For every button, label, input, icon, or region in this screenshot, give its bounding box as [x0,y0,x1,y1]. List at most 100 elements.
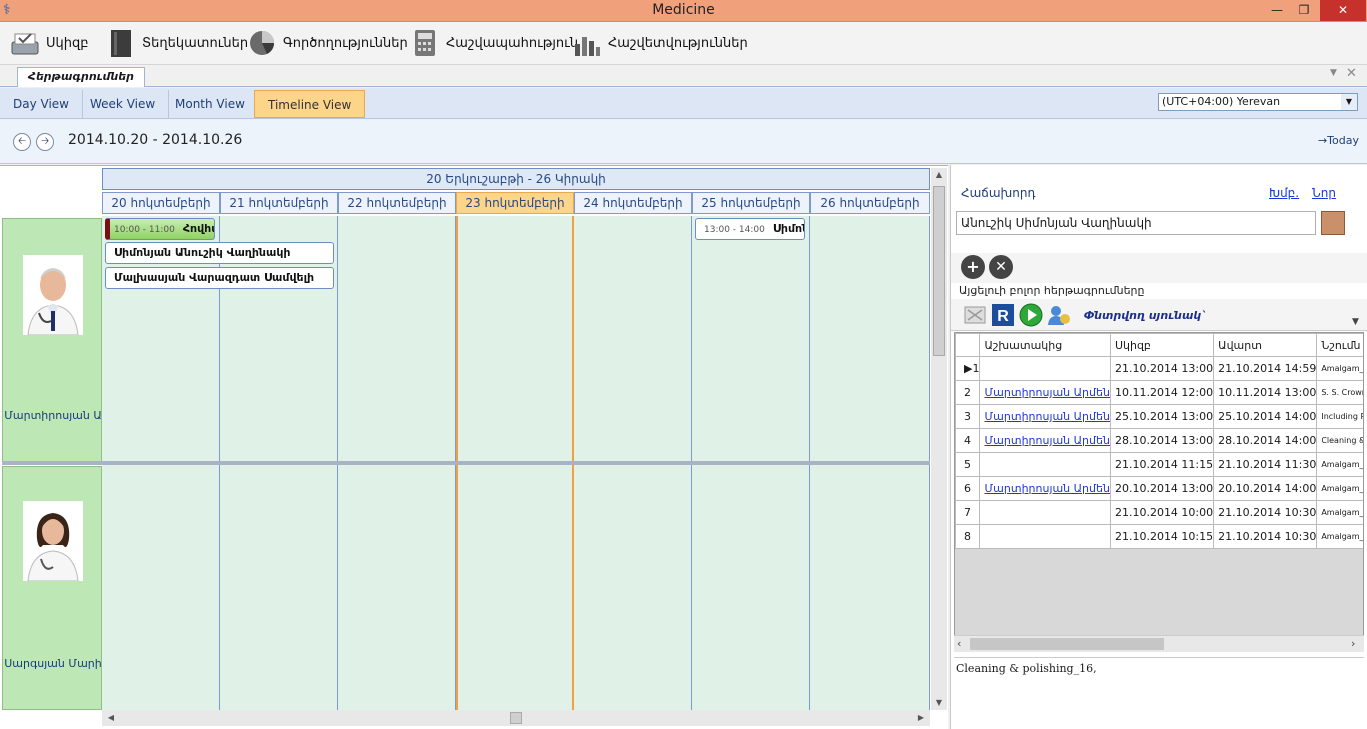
scrollbar-thumb[interactable] [510,712,522,724]
patient-photo-button[interactable] [1321,211,1345,235]
end-cell[interactable]: 21.10.2014 11:30 [1213,452,1318,477]
table-row[interactable]: 5 21.10.2014 11:15 21.10.2014 11:30 Amal… [955,452,1363,477]
day-cell[interactable] [692,465,810,710]
appointment-notes[interactable]: Cleaning & polishing_16, [954,657,1364,729]
column-header[interactable]: Սկիզբ [1109,333,1215,357]
scroll-left-icon[interactable]: ‹ [957,637,961,650]
close-window-button[interactable]: ✕ [1320,0,1366,21]
day-cell[interactable] [338,216,456,461]
day-cell[interactable] [810,216,930,461]
table-row[interactable]: 7 21.10.2014 10:00 21.10.2014 10:30 Amal… [955,500,1363,525]
note-cell[interactable]: Cleaning & p [1316,428,1363,453]
day-cell-today[interactable] [456,465,574,710]
table-row[interactable]: ▶1 21.10.2014 13:00 21.10.2014 14:59 Ama… [955,356,1363,381]
scrollbar-thumb[interactable] [933,186,945,356]
menu-reports[interactable]: Հաշվետվություններ [572,26,748,60]
tab-day-view[interactable]: Day View [0,90,83,118]
note-cell[interactable]: S. S. Crown_ [1316,380,1363,405]
today-button[interactable]: →Today [1318,134,1359,147]
menu-start[interactable]: Սկիզբ [10,26,89,60]
row-number[interactable]: ▶1 [955,356,981,381]
day-header-today[interactable]: 23 հոկտեմբերի [456,192,574,214]
end-cell[interactable]: 28.10.2014 14:00 [1213,428,1318,453]
scroll-right-icon[interactable]: ▶ [916,713,926,722]
table-row[interactable]: 8 21.10.2014 10:15 21.10.2014 10:30 Amal… [955,524,1363,549]
start-cell[interactable]: 21.10.2014 11:15 [1109,452,1215,477]
start-cell[interactable]: 20.10.2014 13:00 [1109,476,1215,501]
table-row[interactable]: 4 Մարտիրոսյան Արմեն 28.10.2014 13:00 28.… [955,428,1363,453]
scroll-right-icon[interactable]: › [1351,637,1355,650]
appointment[interactable]: 13:00 - 14:00 Սիմոնյա [695,218,805,240]
appointment[interactable]: Սիմոնյան Անուշիկ Վաղինակի [105,242,334,264]
appointment[interactable]: Մալխասյան Վարազդատ Սամվելի [105,267,334,289]
note-cell[interactable]: Including Po [1316,404,1363,429]
column-header[interactable]: Ավարտ [1213,333,1318,357]
play-icon[interactable] [1019,303,1043,327]
previous-period-button[interactable]: 🡠 [13,133,31,151]
day-header[interactable]: 22 հոկտեմբերի [338,192,456,214]
row-number[interactable]: 7 [955,500,981,525]
day-header[interactable]: 24 հոկտեմբերի [574,192,692,214]
end-cell[interactable]: 10.11.2014 13:00 [1213,380,1318,405]
restore-icon[interactable]: ❐ [1292,0,1316,21]
end-cell[interactable]: 20.10.2014 14:00 [1213,476,1318,501]
employee-link[interactable]: Մարտիրոսյան Արմեն [979,476,1111,501]
tab-timeline-view[interactable]: Timeline View [254,90,366,118]
tab-week-view[interactable]: Week View [77,90,170,118]
column-header[interactable]: Աշխատակից [979,333,1111,357]
start-cell[interactable]: 10.11.2014 12:00 [1109,380,1215,405]
tab-month-view[interactable]: Month View [162,90,259,118]
table-row[interactable]: 3 Մարտիրոսյան Արմեն 25.10.2014 13:00 25.… [955,404,1363,429]
end-cell[interactable]: 21.10.2014 14:59 [1213,356,1318,381]
column-header[interactable] [955,333,981,357]
employee-cell[interactable] [979,500,1111,525]
delete-appointment-button[interactable]: ✕ [989,255,1013,279]
scheduler-horizontal-scrollbar[interactable]: ◀ ▶ [102,710,930,726]
end-cell[interactable]: 21.10.2014 10:30 [1213,524,1318,549]
edit-patient-link[interactable]: Խմբ. [1269,186,1299,200]
patient-field[interactable]: Անուշիկ Սիմոնյան Վաղինակի [956,211,1316,235]
scrollbar-thumb[interactable] [970,638,1164,650]
resource-header[interactable]: Մարտիրոսյան Ա [2,218,102,462]
note-cell[interactable]: Amalgam_1 [1316,452,1363,477]
menu-operations[interactable]: Գործողություններ [247,26,408,60]
start-cell[interactable]: 28.10.2014 13:00 [1109,428,1215,453]
day-cell[interactable] [102,465,220,710]
day-cell[interactable] [574,216,692,461]
note-cell[interactable]: Amalgam_1 [1316,500,1363,525]
chevron-down-icon[interactable]: ▼ [1341,94,1357,110]
row-number[interactable]: 2 [955,380,981,405]
note-cell[interactable]: Amalgam_1 [1316,476,1363,501]
table-row[interactable]: 6 Մարտիրոսյան Արմեն 20.10.2014 13:00 20.… [955,476,1363,501]
scheduler-vertical-scrollbar[interactable]: ▲ ▼ [931,168,947,710]
end-cell[interactable]: 25.10.2014 14:00 [1213,404,1318,429]
day-cell[interactable] [338,465,456,710]
tab-appointments[interactable]: Հերթագրումներ [17,67,145,87]
new-patient-link[interactable]: Նոր [1312,186,1336,200]
start-cell[interactable]: 25.10.2014 13:00 [1109,404,1215,429]
column-header[interactable]: Նշումն [1316,333,1363,357]
employee-link[interactable]: Մարտիրոսյան Արմեն [979,380,1111,405]
day-header[interactable]: 20 հոկտեմբերի [102,192,220,214]
row-number[interactable]: 8 [955,524,981,549]
day-cell-today[interactable] [456,216,574,461]
end-cell[interactable]: 21.10.2014 10:30 [1213,500,1318,525]
row-number[interactable]: 6 [955,476,981,501]
scroll-down-icon[interactable]: ▼ [931,698,947,707]
minimize-icon[interactable]: — [1266,0,1288,21]
employee-link[interactable]: Մարտիրոսյան Արմեն [979,428,1111,453]
employee-link[interactable]: Մարտիրոսյան Արմեն [979,404,1111,429]
row-number[interactable]: 5 [955,452,981,477]
add-appointment-button[interactable]: + [961,255,985,279]
report-icon[interactable]: R [991,303,1015,327]
resource-header[interactable]: Սարգսյան Մարի [2,466,102,710]
day-header[interactable]: 25 հոկտեմբերի [692,192,810,214]
grid-horizontal-scrollbar[interactable]: ‹ › [954,635,1364,652]
menu-directories[interactable]: Տեղեկատուներ [106,26,248,60]
appointment[interactable]: 10:00 - 11:00 Հովհանն [105,218,215,240]
chevron-down-icon[interactable]: ▼ [1352,317,1359,327]
day-header[interactable]: 26 հոկտեմբերի [810,192,930,214]
employee-cell[interactable] [979,524,1111,549]
row-number[interactable]: 3 [955,404,981,429]
note-cell[interactable]: Amalgam_1 [1316,524,1363,549]
